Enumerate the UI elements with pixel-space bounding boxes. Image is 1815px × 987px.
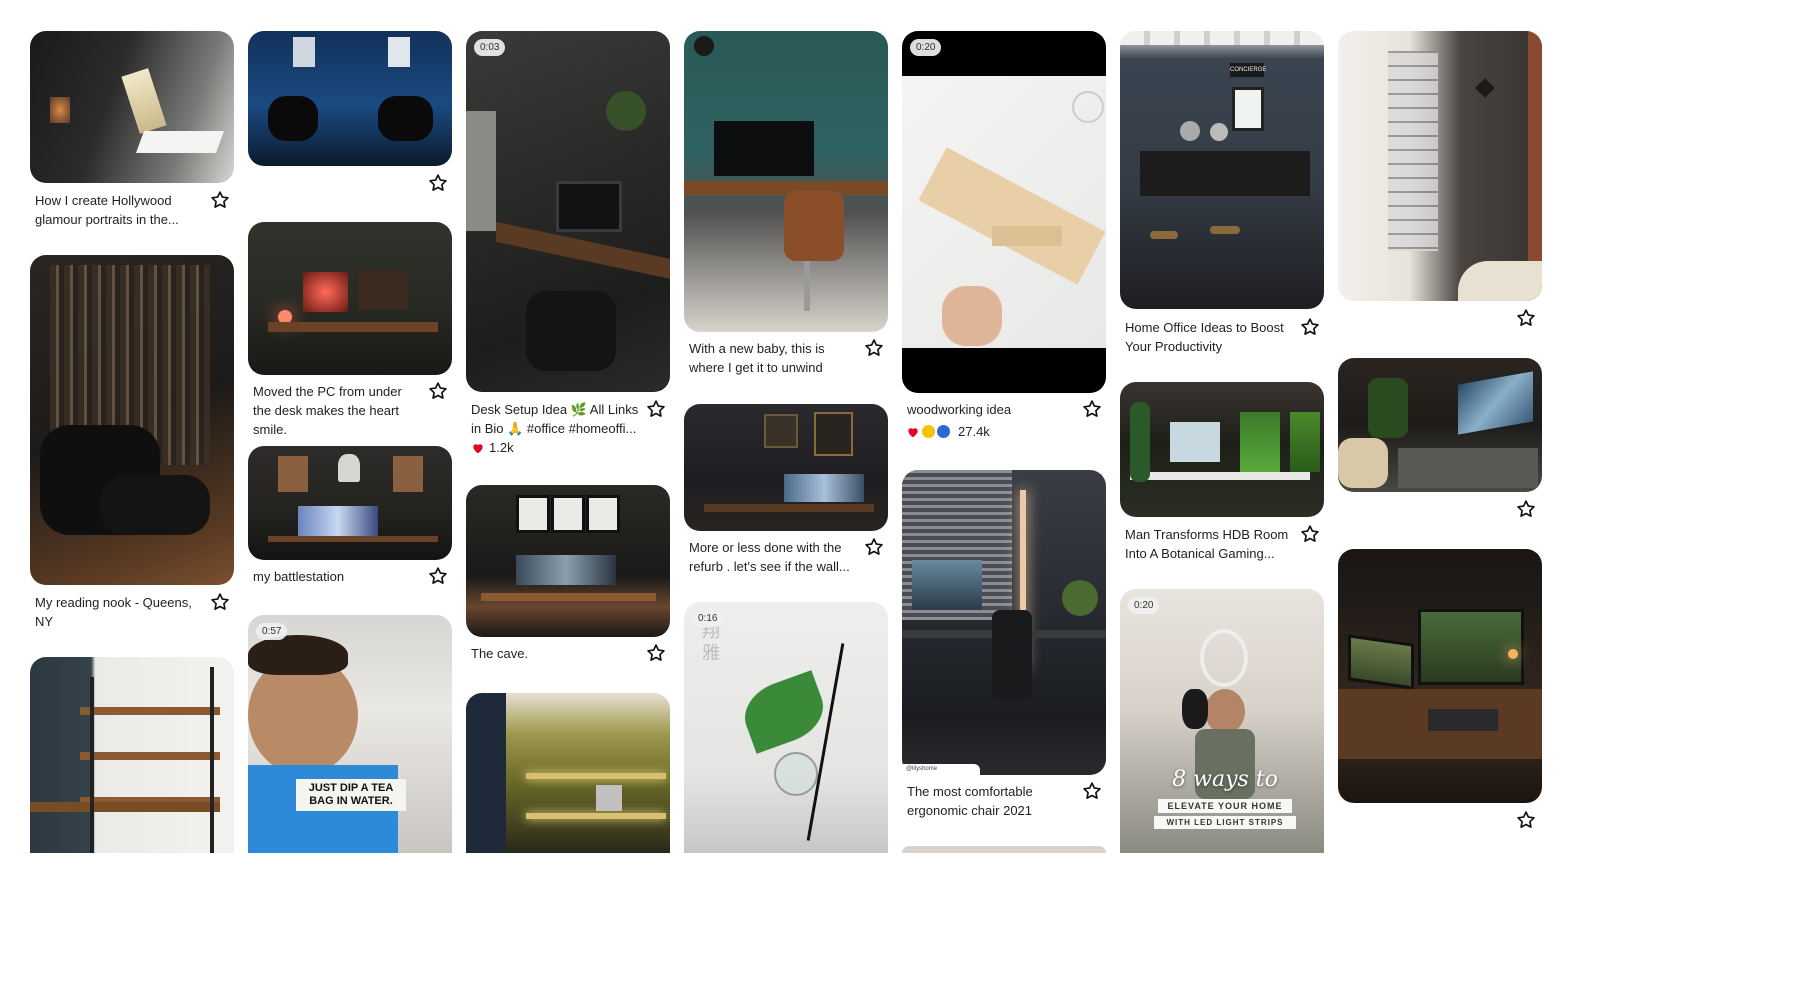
concierge-sign: CONCIERGE	[1230, 63, 1266, 77]
pin-image[interactable]	[902, 470, 1106, 775]
star-outline-icon[interactable]	[864, 338, 884, 358]
heart-icon	[473, 443, 483, 453]
star-outline-icon[interactable]	[1300, 317, 1320, 337]
star-outline-icon[interactable]	[646, 399, 666, 419]
star-outline-icon[interactable]	[210, 190, 230, 210]
star-outline-icon[interactable]	[646, 643, 666, 663]
pin-image[interactable]	[30, 31, 234, 183]
video-caption-line: ELEVATE YOUR HOME	[1158, 799, 1292, 813]
pin-image[interactable]	[248, 222, 452, 375]
reaction-row: 27.4k	[906, 424, 990, 439]
pin-video[interactable]: JUST DIP A TEA BAG IN WATER. 0:57	[248, 615, 452, 853]
pin-title: Moved the PC from under the desk makes t…	[253, 384, 402, 437]
pin-title: More or less done with the refurb . let'…	[689, 540, 850, 574]
star-outline-icon[interactable]	[428, 381, 448, 401]
pin-image[interactable]	[1338, 358, 1542, 492]
reaction-count: 27.4k	[958, 424, 990, 439]
pin-title: Man Transforms HDB Room Into A Botanical…	[1125, 527, 1289, 561]
video-duration-badge: 0:20	[910, 39, 942, 56]
video-duration-badge: 0:57	[256, 623, 288, 640]
pin-image[interactable]	[30, 255, 234, 585]
pin-title: How I create Hollywood glamour portraits…	[35, 193, 179, 227]
pin-title: The most comfortable ergonomic chair 202…	[907, 784, 1033, 818]
pin-title: Home Office Ideas to Boost Your Producti…	[1125, 320, 1284, 354]
star-outline-icon[interactable]	[1082, 781, 1102, 801]
star-outline-icon[interactable]	[864, 537, 884, 557]
pin-video[interactable]: 翔 雅 0:16	[684, 602, 888, 853]
reaction-row: 1.2k	[471, 440, 514, 455]
pin-video[interactable]: 0:20	[902, 31, 1106, 393]
surprised-face-icon	[922, 424, 935, 438]
pin-image[interactable]	[30, 657, 234, 853]
pin-title: woodworking idea	[907, 402, 1012, 417]
video-caption-overlay: JUST DIP A TEA BAG IN WATER.	[296, 779, 406, 811]
star-outline-icon[interactable]	[1516, 308, 1536, 328]
pin-image[interactable]	[684, 404, 888, 531]
video-caption-script: 8 ways to	[1172, 767, 1278, 792]
video-caption-line: WITH LED LIGHT STRIPS	[1154, 816, 1296, 829]
pin-image[interactable]	[248, 446, 452, 560]
star-outline-icon[interactable]	[210, 592, 230, 612]
pin-title: The cave.	[471, 646, 529, 661]
pin-image[interactable]	[1338, 31, 1542, 301]
pin-title: my battlestation	[253, 569, 345, 584]
star-outline-icon[interactable]	[1516, 499, 1536, 519]
star-outline-icon[interactable]	[1082, 399, 1102, 419]
pin-image[interactable]	[1338, 549, 1542, 803]
pin-title: My reading nook - Queens, NY	[35, 595, 192, 629]
pin-image[interactable]	[1120, 382, 1324, 517]
video-duration-badge: 0:03	[474, 39, 506, 56]
pin-image[interactable]	[248, 31, 452, 166]
pin-image[interactable]	[684, 31, 888, 332]
star-outline-icon[interactable]	[428, 566, 448, 586]
pin-title: With a new baby, this is where I get it …	[689, 341, 825, 375]
image-source-tag: @lilyshome	[902, 764, 980, 775]
lightbulb-icon	[937, 424, 950, 438]
pin-image[interactable]	[466, 693, 670, 853]
star-outline-icon[interactable]	[428, 173, 448, 193]
pin-video[interactable]: 8 ways to ELEVATE YOUR HOME WITH LED LIG…	[1120, 589, 1324, 853]
pin-title: Desk Setup Idea 🌿 All Links in Bio 🙏 #of…	[471, 402, 639, 436]
star-outline-icon[interactable]	[1516, 810, 1536, 830]
heart-icon	[908, 427, 918, 437]
reaction-count: 1.2k	[489, 440, 514, 455]
pin-image[interactable]	[902, 846, 1106, 853]
video-duration-badge: 0:20	[1128, 597, 1160, 614]
star-outline-icon[interactable]	[1300, 524, 1320, 544]
pin-image[interactable]	[466, 485, 670, 637]
pin-video[interactable]: 0:03	[466, 31, 670, 392]
pin-image[interactable]: CONCIERGE	[1120, 31, 1324, 309]
video-duration-badge: 0:16	[692, 610, 724, 627]
